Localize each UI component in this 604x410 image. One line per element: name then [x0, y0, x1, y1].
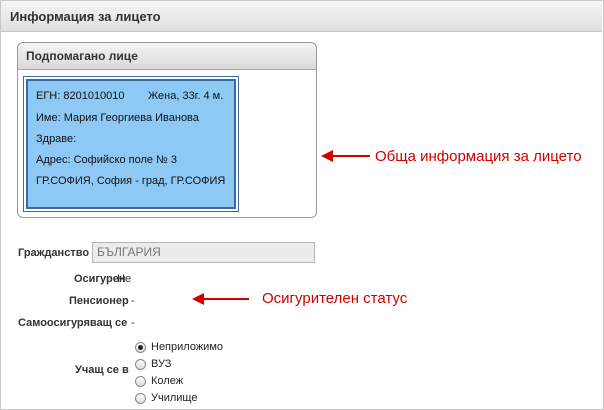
person-info-box: ЕГН: 8201010010 Жена, 33г. 4 м. Име: Мар… — [23, 76, 239, 212]
address-text: Адрес: Софийско поле № 3 — [36, 154, 178, 166]
radio-button[interactable] — [135, 392, 146, 404]
fieldset-title: Подпомагано лице — [18, 43, 316, 70]
self-insured-value: - — [131, 317, 135, 329]
radio-option-university[interactable]: ВУЗ — [135, 357, 171, 371]
radio-button[interactable] — [135, 341, 146, 353]
pensioner-value: - — [131, 295, 135, 307]
studying-label: Учащ се в — [75, 364, 129, 376]
left-arrow-icon — [192, 293, 249, 305]
panel-header: Информация за лицето — [1, 1, 602, 32]
left-arrow-icon — [321, 150, 370, 162]
name-text: Име: Мария Георгиева Иванова — [36, 112, 199, 124]
gender-age-text: Жена, 33г. 4 м. — [148, 90, 224, 102]
radio-label: Неприложимо — [151, 341, 223, 353]
egn-text: ЕГН: 8201010010 — [36, 90, 125, 102]
self-insured-label: Самоосигуряващ се — [18, 317, 128, 329]
radio-button[interactable] — [135, 375, 146, 387]
health-text: Здраве: — [36, 133, 77, 145]
insurance-status-annotation: Осигурителен статус — [262, 290, 408, 307]
general-info-annotation: Обща информация за лицето — [375, 148, 582, 165]
radio-label: Колеж — [151, 375, 184, 387]
city-text: ГР.СОФИЯ, София - град, ГР.СОФИЯ — [36, 175, 226, 187]
insured-value: Не — [117, 273, 132, 285]
panel-title: Информация за лицето — [10, 9, 161, 24]
citizenship-label: Гражданство — [18, 247, 90, 259]
radio-option-college[interactable]: Колеж — [135, 374, 183, 388]
pensioner-label: Пенсионер — [69, 295, 129, 307]
supported-person-fieldset: Подпомагано лице ЕГН: 8201010010 Жена, 3… — [17, 42, 317, 218]
radio-label: Училище — [151, 392, 198, 404]
radio-label: ВУЗ — [151, 358, 172, 370]
citizenship-field[interactable]: БЪЛГАРИЯ — [92, 242, 315, 263]
radio-button[interactable] — [135, 358, 146, 370]
radio-option-not-applicable[interactable]: Неприложимо — [135, 340, 223, 354]
radio-option-school[interactable]: Училище — [135, 391, 197, 405]
